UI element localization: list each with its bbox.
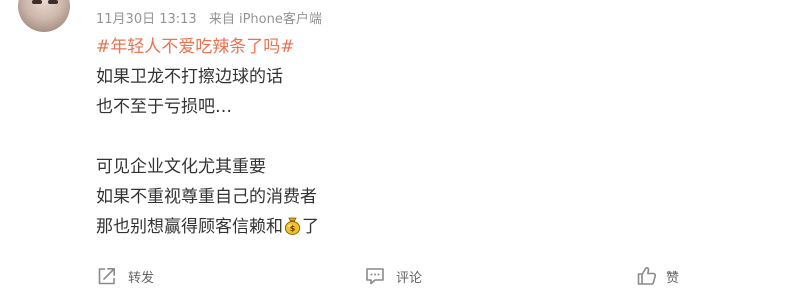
post-timestamp[interactable]: 11月30日 13:13: [96, 12, 197, 27]
comment-label: 评论: [396, 270, 423, 286]
svg-text:$: $: [290, 224, 296, 233]
forward-button[interactable]: 转发: [96, 262, 154, 290]
content-line: 也不至于亏损吧…: [96, 97, 232, 117]
avatar[interactable]: [18, 0, 70, 32]
topic-link[interactable]: #年轻人不爱吃辣条了吗#: [96, 37, 295, 57]
post-meta: 11月30日 13:13 来自 iPhone客户端: [96, 8, 322, 27]
content-line: 那也别想赢得顾客信赖和 $ 了: [96, 212, 319, 242]
post-content: #年轻人不爱吃辣条了吗# 如果卫龙不打擦边球的话 也不至于亏损吧… 可见企业文化…: [96, 32, 319, 242]
avatar-eye: [48, 0, 58, 4]
content-line: 如果不重视尊重自己的消费者: [96, 187, 317, 207]
thumbs-up-icon: [636, 265, 658, 287]
content-line: 如果卫龙不打擦边球的话: [96, 67, 283, 87]
like-label: 赞: [666, 270, 680, 286]
money-bag-icon: $: [284, 215, 301, 235]
post-source: 来自 iPhone客户端: [208, 12, 322, 27]
weibo-post: 11月30日 13:13 来自 iPhone客户端 #年轻人不爱吃辣条了吗# 如…: [0, 0, 792, 298]
comment-button[interactable]: 评论: [364, 262, 422, 290]
content-text: 那也别想赢得顾客信赖和: [96, 217, 283, 237]
forward-label: 转发: [128, 270, 155, 286]
like-button[interactable]: 赞: [636, 262, 679, 290]
forward-icon: [96, 265, 118, 287]
comment-icon: [364, 265, 386, 287]
avatar-eye: [32, 0, 42, 4]
content-text: 了: [302, 217, 319, 237]
content-line: 可见企业文化尤其重要: [96, 157, 266, 177]
content-line: #年轻人不爱吃辣条了吗#: [96, 32, 319, 62]
action-bar: 转发 评论 赞: [0, 262, 792, 290]
